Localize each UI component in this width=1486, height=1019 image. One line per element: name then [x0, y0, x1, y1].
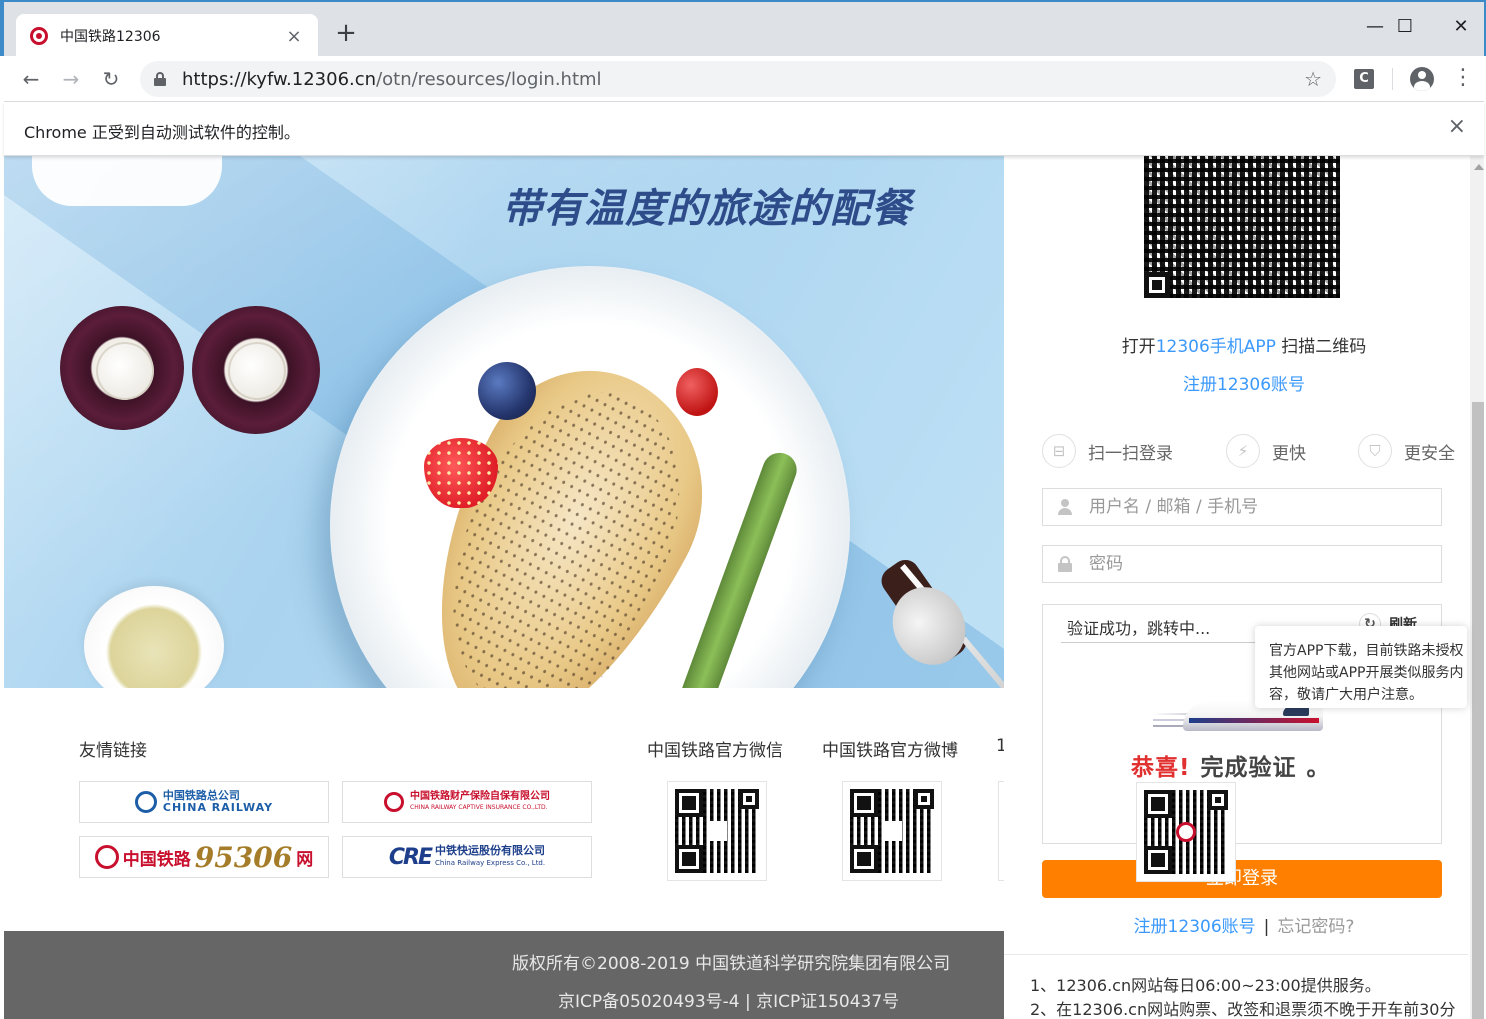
carousel-dot[interactable] [728, 659, 742, 673]
infobar-close-icon[interactable]: × [1448, 114, 1466, 139]
wechat-qr-code [667, 781, 767, 881]
register-link-bottom[interactable]: 注册12306账号 [1134, 917, 1256, 937]
captcha-success-message: 恭喜! 完成验证。 [1131, 755, 1331, 781]
maximize-button[interactable]: ☐ [1382, 12, 1428, 42]
cloud-decoration [32, 156, 222, 206]
toolbar-divider [1392, 68, 1393, 90]
notice-item: 1、12306.cn网站每日06:00~23:00提供服务。 [1030, 976, 1381, 995]
bottom-links: 注册12306账号 | 忘记密码? [1133, 917, 1355, 937]
banner-slogan: 带有温度的旅途的配餐 [502, 186, 912, 232]
infobar-message: Chrome 正受到自动测试软件的控制。 [24, 123, 300, 142]
page-viewport: 带有温度的旅途的配餐 友情链接 中国铁路总公司 CHINA RAILWAY 中国铁… [4, 156, 1484, 1019]
login-qr-code [1144, 156, 1340, 298]
browser-tabstrip: 中国铁路12306 × + — ☐ ✕ [0, 0, 1486, 58]
scroll-up-arrow[interactable] [1474, 164, 1484, 170]
lock-icon [1057, 556, 1073, 572]
new-tab-button[interactable]: + [332, 20, 360, 48]
close-window-button[interactable]: ✕ [1438, 12, 1484, 42]
url-text[interactable]: https://kyfw.12306.cn/otn/resources/logi… [182, 69, 1304, 90]
tab-close-icon[interactable]: × [284, 26, 304, 47]
link-china-railway[interactable]: 中国铁路总公司 CHINA RAILWAY [79, 781, 329, 823]
address-bar[interactable]: https://kyfw.12306.cn/otn/resources/logi… [140, 61, 1336, 97]
copyright-text: 版权所有©2008-2019 中国铁道科学研究院集团有限公司 [512, 954, 951, 974]
tab-title: 中国铁路12306 [60, 29, 161, 45]
blueberry-image [478, 362, 536, 420]
railway-emblem-icon [384, 792, 404, 812]
scan-instruction: 打开12306手机APP 扫描二维码 [1121, 337, 1367, 357]
app-download-tooltip: 官方APP下载，目前铁路未授权 其他网站或APP开展类似服务内 容，敬请广大用户… [1255, 626, 1467, 708]
promo-banner[interactable]: 带有温度的旅途的配餐 [4, 156, 1004, 688]
forward-button[interactable]: → [56, 64, 86, 94]
captcha-status: 验证成功，跳转中... [1067, 619, 1211, 638]
mangosteen-image [60, 306, 184, 430]
bookmark-star-icon[interactable]: ☆ [1304, 67, 1322, 91]
page-scrollbar[interactable] [1470, 156, 1484, 1019]
username-field[interactable] [1042, 488, 1442, 526]
friendly-links-title: 友情链接 [79, 741, 147, 761]
chrome-menu-icon[interactable]: ⋮ [1452, 64, 1474, 94]
shield-icon: ⛉ [1358, 434, 1392, 468]
link-95306[interactable]: 中国铁路 95306 网 [79, 836, 329, 878]
notice-item: 2、在12306.cn网站购票、改签和退票须不晚于开车前30分 [1030, 1000, 1456, 1019]
wechat-qr-title: 中国铁路官方微信 [647, 741, 783, 761]
forgot-password-link[interactable]: 忘记密码? [1277, 917, 1354, 937]
weibo-qr-title: 中国铁路官方微博 [822, 741, 958, 761]
feature-safer: ⛉ 更安全 [1358, 434, 1455, 468]
automation-infobar: Chrome 正受到自动测试软件的控制。 × [4, 102, 1484, 156]
railway-emblem-icon [134, 791, 157, 813]
app-link[interactable]: 12306手机APP [1156, 337, 1276, 357]
password-input[interactable] [1089, 554, 1429, 574]
profile-avatar-icon[interactable] [1410, 67, 1434, 91]
register-link-top[interactable]: 注册12306账号 [1004, 370, 1484, 395]
china-railway-logo: 中国铁路总公司 CHINA RAILWAY [134, 790, 273, 814]
login-button[interactable]: 立即登录 [1042, 860, 1442, 898]
railway-favicon-icon [30, 27, 48, 45]
reload-button[interactable]: ↻ [96, 64, 126, 94]
app-download-qr-code [1136, 782, 1236, 882]
lightning-icon: ⚡ [1226, 434, 1260, 468]
railway-emblem-icon [94, 845, 119, 869]
railway-express-logo: CRE 中铁快运股份有限公司 China Railway Express Co.,… [388, 844, 546, 870]
browser-tab[interactable]: 中国铁路12306 × [16, 14, 318, 58]
feature-scan-login: ⊟ 扫一扫登录 [1042, 434, 1173, 468]
user-icon [1057, 499, 1073, 515]
login-panel: 打开12306手机APP 扫描二维码 注册12306账号 ⊟ 扫一扫登录 ⚡ 更… [1004, 156, 1468, 1019]
link-railway-express[interactable]: CRE 中铁快运股份有限公司 China Railway Express Co.,… [342, 836, 592, 878]
extension-icon[interactable]: C [1354, 69, 1374, 89]
password-field[interactable] [1042, 545, 1442, 583]
weibo-qr-code [842, 781, 942, 881]
lock-icon[interactable] [154, 72, 166, 86]
feature-faster: ⚡ 更快 [1226, 434, 1306, 468]
page-footer: 版权所有©2008-2019 中国铁道科学研究院集团有限公司 京ICP备0502… [4, 931, 1004, 1019]
friendly-links-section: 友情链接 中国铁路总公司 CHINA RAILWAY 中国铁路财产保险自保有限公司… [4, 688, 1098, 931]
browser-toolbar: ← → ↻ https://kyfw.12306.cn/otn/resource… [4, 56, 1484, 102]
icp-text: 京ICP备05020493号-4 | 京ICP证150437号 [558, 992, 900, 1012]
username-input[interactable] [1089, 497, 1429, 517]
cherry-image [676, 368, 718, 416]
scan-icon: ⊟ [1042, 434, 1076, 468]
mangosteen-image [192, 306, 320, 434]
link-railway-insurance[interactable]: 中国铁路财产保险自保有限公司 CHINA RAILWAY CAPTIVE INSU… [342, 781, 592, 823]
notice-divider [1004, 954, 1468, 955]
back-button[interactable]: ← [16, 64, 46, 94]
railway-insurance-logo: 中国铁路财产保险自保有限公司 CHINA RAILWAY CAPTIVE INSU… [384, 791, 550, 813]
scroll-thumb[interactable] [1472, 402, 1484, 1019]
95306-logo: 中国铁路 95306 网 [94, 841, 313, 874]
